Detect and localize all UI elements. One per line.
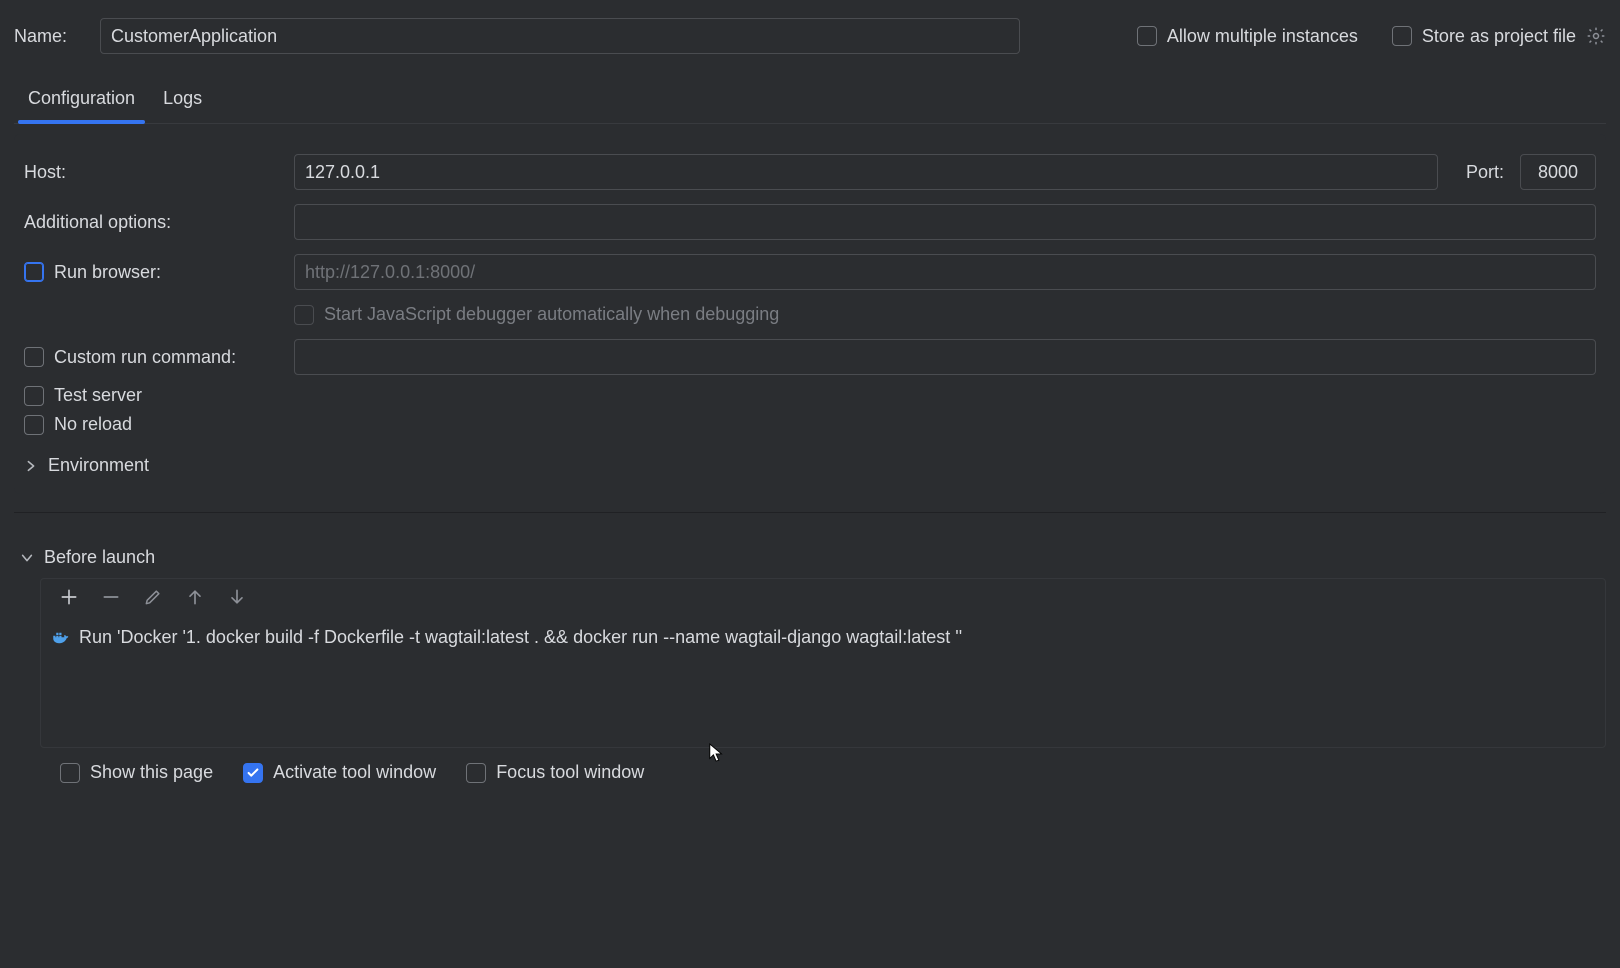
plus-icon[interactable] [59, 587, 79, 607]
custom-run-command-label: Custom run command: [54, 347, 236, 368]
chevron-right-icon [24, 459, 38, 473]
gear-icon[interactable] [1586, 26, 1606, 46]
tabs: Configuration Logs [14, 76, 1606, 124]
arrow-up-icon[interactable] [185, 587, 205, 607]
configuration-panel: Host: Port: Additional options: Run brow… [14, 134, 1606, 494]
environment-section-toggle[interactable]: Environment [24, 455, 1596, 476]
allow-multiple-instances-label: Allow multiple instances [1167, 26, 1358, 47]
before-launch-list: Run 'Docker '1. docker build -f Dockerfi… [40, 578, 1606, 748]
focus-tool-window-checkbox[interactable]: Focus tool window [466, 762, 644, 783]
custom-run-command-checkbox[interactable]: Custom run command: [24, 347, 236, 368]
checkbox-icon [1137, 26, 1157, 46]
activate-tool-window-label: Activate tool window [273, 762, 436, 783]
host-input[interactable] [294, 154, 1438, 190]
run-browser-checkbox[interactable]: Run browser: [24, 262, 161, 283]
name-input[interactable] [100, 18, 1020, 54]
checkbox-icon [24, 262, 44, 282]
before-launch-task[interactable]: Run 'Docker '1. docker build -f Dockerfi… [41, 615, 1605, 660]
no-reload-label: No reload [54, 414, 132, 435]
test-server-checkbox[interactable]: Test server [24, 385, 142, 406]
store-as-project-file-label: Store as project file [1422, 26, 1576, 47]
name-label: Name: [14, 26, 86, 47]
checkbox-icon [24, 386, 44, 406]
docker-icon [51, 629, 69, 647]
environment-label: Environment [48, 455, 149, 476]
run-browser-label: Run browser: [54, 262, 161, 283]
before-launch-toggle[interactable]: Before launch [20, 547, 1606, 568]
checkbox-icon [24, 415, 44, 435]
chevron-down-icon [20, 551, 34, 565]
run-browser-url-input[interactable] [294, 254, 1596, 290]
checkbox-icon [60, 763, 80, 783]
checkbox-icon [466, 763, 486, 783]
pencil-icon[interactable] [143, 587, 163, 607]
before-launch-task-text: Run 'Docker '1. docker build -f Dockerfi… [79, 627, 962, 648]
checkbox-icon [243, 763, 263, 783]
port-label: Port: [1466, 162, 1504, 183]
checkbox-icon [1392, 26, 1412, 46]
before-launch-toolbar [41, 579, 1605, 615]
store-as-project-file-checkbox[interactable]: Store as project file [1392, 26, 1606, 47]
minus-icon[interactable] [101, 587, 121, 607]
host-label: Host: [24, 162, 66, 183]
js-debugger-checkbox[interactable] [294, 305, 314, 325]
arrow-down-icon[interactable] [227, 587, 247, 607]
port-input[interactable] [1520, 154, 1596, 190]
additional-options-input[interactable] [294, 204, 1596, 240]
focus-tool-window-label: Focus tool window [496, 762, 644, 783]
tab-logs[interactable]: Logs [163, 76, 202, 123]
tab-configuration[interactable]: Configuration [28, 76, 135, 123]
additional-options-label: Additional options: [24, 212, 171, 233]
js-debugger-label: Start JavaScript debugger automatically … [324, 304, 779, 325]
checkbox-icon [24, 347, 44, 367]
divider [14, 512, 1606, 513]
test-server-label: Test server [54, 385, 142, 406]
custom-run-command-input[interactable] [294, 339, 1596, 375]
show-this-page-checkbox[interactable]: Show this page [60, 762, 213, 783]
allow-multiple-instances-checkbox[interactable]: Allow multiple instances [1137, 26, 1358, 47]
activate-tool-window-checkbox[interactable]: Activate tool window [243, 762, 436, 783]
no-reload-checkbox[interactable]: No reload [24, 414, 132, 435]
show-this-page-label: Show this page [90, 762, 213, 783]
before-launch-title: Before launch [44, 547, 155, 568]
